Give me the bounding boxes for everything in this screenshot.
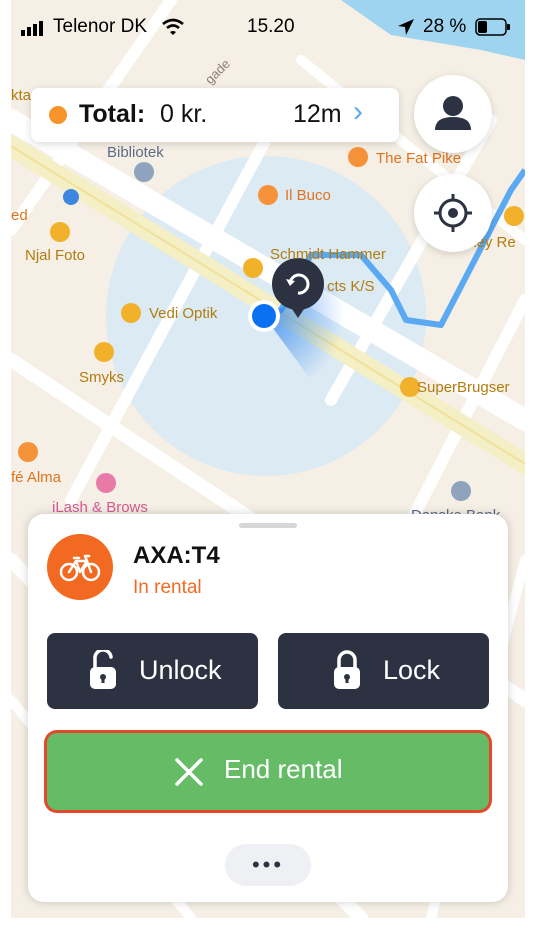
user-location-dot [252, 304, 276, 328]
clock: 15.20 [247, 16, 295, 37]
signal-bars-icon [21, 21, 43, 36]
poi-label-kta[interactable]: kta [11, 87, 31, 104]
poi-label-njal-foto[interactable]: Njal Foto [25, 247, 85, 264]
rental-status: In rental [133, 577, 202, 598]
wifi-icon [162, 18, 184, 35]
crosshair-icon [434, 194, 472, 232]
locate-me-button[interactable] [414, 174, 492, 252]
rental-status-dot [49, 106, 67, 124]
end-rental-button[interactable]: End rental [47, 733, 489, 810]
status-bar: Telenor DK 15.20 28 % [11, 0, 525, 52]
poi-label-cts[interactable]: cts K/S [327, 278, 375, 295]
poi-label-smyks[interactable]: Smyks [79, 369, 124, 386]
battery-icon [475, 18, 510, 36]
battery-percent: 28 % [423, 16, 467, 37]
lock-button[interactable]: Lock [278, 633, 489, 709]
carrier-name: Telenor DK [53, 16, 147, 37]
unlock-icon [90, 650, 116, 689]
poi-label-il-buco[interactable]: Il Buco [285, 187, 331, 204]
lock-icon [334, 650, 360, 689]
total-label: Total: [79, 100, 146, 128]
location-arrow-icon [398, 19, 414, 35]
vehicle-avatar [47, 534, 113, 600]
rental-duration: 12m [293, 100, 342, 128]
unlock-label: Unlock [139, 655, 222, 685]
total-amount: 0 kr. [160, 100, 208, 128]
user-icon [435, 96, 471, 130]
poi-label-superbrugser[interactable]: SuperBrugser [417, 379, 510, 396]
poi-label-ed[interactable]: ed [11, 207, 28, 224]
poi-label-bibliotek[interactable]: Bibliotek [107, 144, 164, 161]
app-screen: Bibliotek The Fat Pike Il Buco Njal Foto… [11, 0, 525, 918]
profile-button[interactable] [414, 75, 492, 153]
lock-label: Lock [383, 655, 441, 685]
end-rental-label: End rental [224, 754, 343, 784]
poi-label-cafe-alma[interactable]: fé Alma [11, 469, 61, 486]
rental-total-pill[interactable]: Total: 0 kr. 12m › [31, 88, 399, 142]
poi-label-schmidt-hammer[interactable]: Schmidt Hammer [270, 246, 386, 263]
chevron-right-icon: › [353, 95, 363, 128]
sheet-drag-handle[interactable] [239, 523, 297, 528]
close-icon [175, 758, 203, 786]
bike-icon [59, 554, 101, 582]
unlock-button[interactable]: Unlock [47, 633, 258, 709]
vehicle-name: AXA:T4 [133, 542, 220, 569]
more-options-button[interactable]: ••• [225, 844, 311, 886]
rental-bottom-sheet[interactable]: AXA:T4 In rental Unlock Lock End rental … [28, 514, 508, 902]
poi-label-vedi-optik[interactable]: Vedi Optik [149, 305, 217, 322]
